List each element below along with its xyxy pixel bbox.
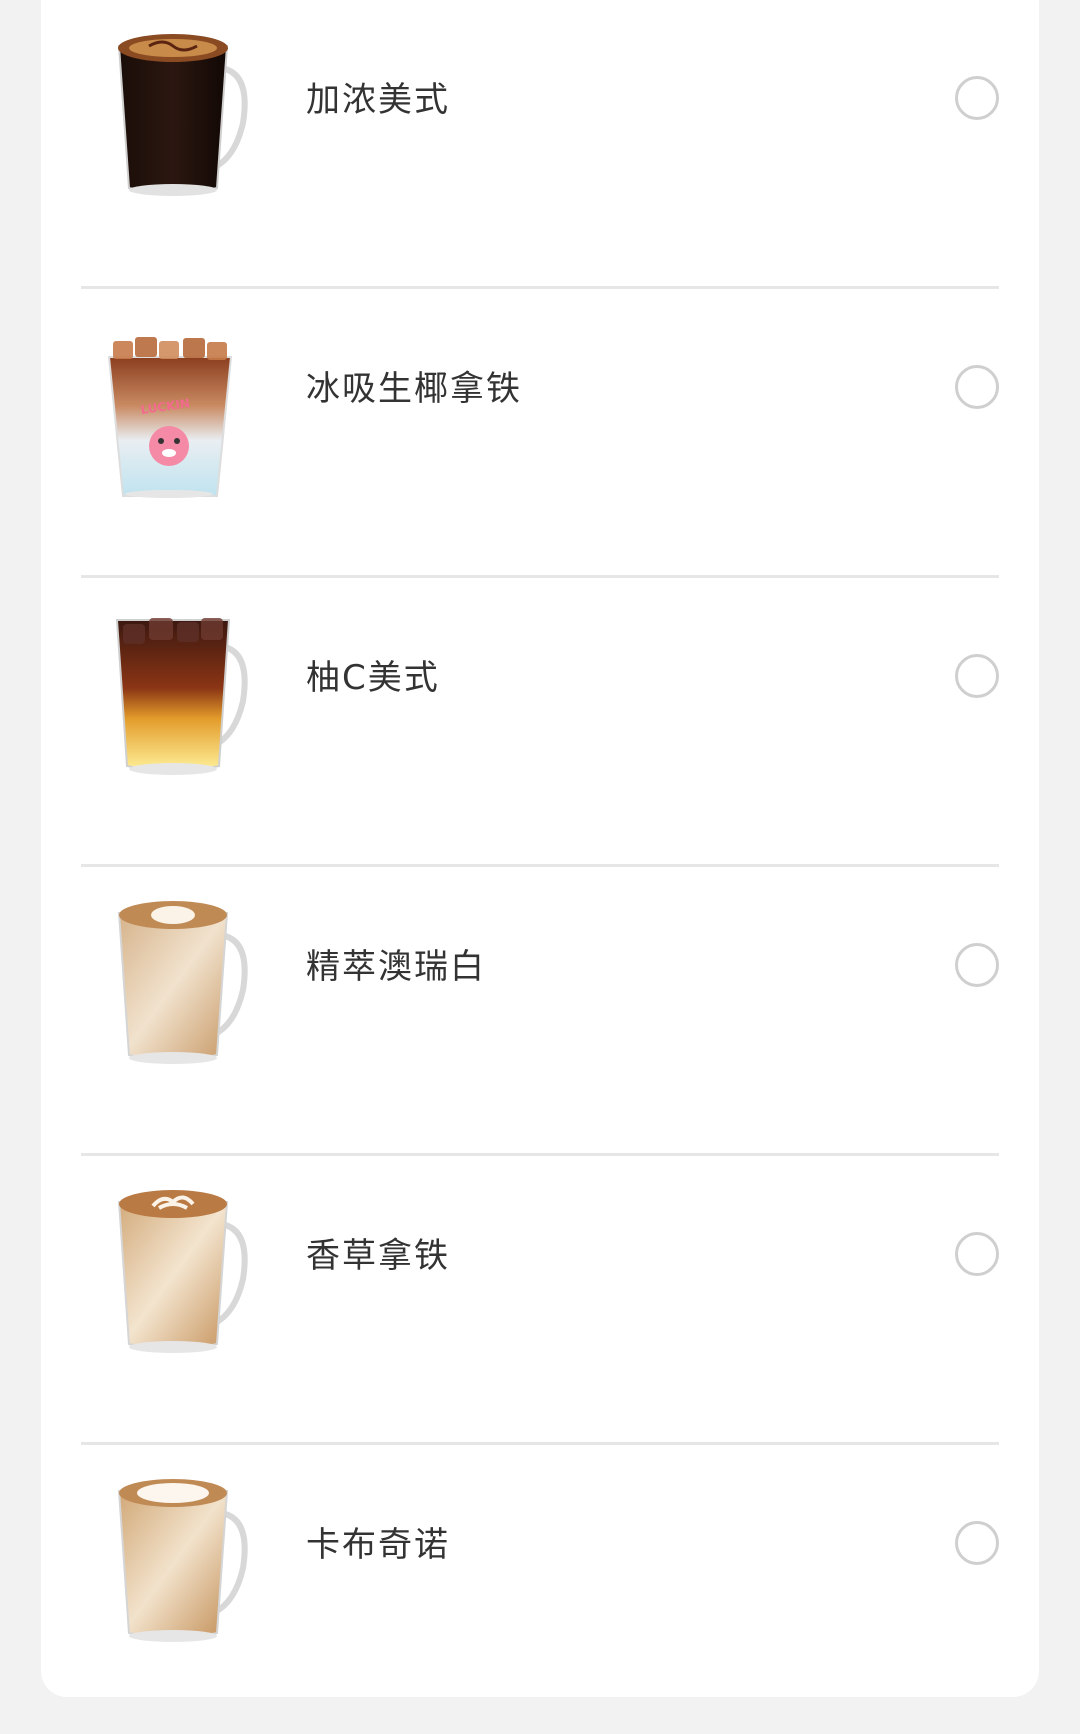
- product-list-card: 加浓美式 LUCKIN 冰吸生椰拿铁 柚C美式 精萃澳瑞白 香草拿铁 卡布奇诺: [41, 0, 1039, 1697]
- flat-white-mug-icon: [109, 895, 259, 1070]
- cappuccino-mug-icon: [109, 1473, 259, 1648]
- product-item-flat-white[interactable]: 精萃澳瑞白: [41, 867, 1039, 1156]
- vanilla-latte-mug-icon: [109, 1184, 259, 1359]
- product-item-grapefruit-americano[interactable]: 柚C美式: [41, 578, 1039, 867]
- product-name: 加浓美式: [306, 80, 450, 120]
- product-name: 柚C美式: [306, 658, 440, 698]
- select-radio[interactable]: [955, 76, 999, 120]
- product-name: 卡布奇诺: [306, 1525, 450, 1565]
- grapefruit-americano-mug-icon: [109, 606, 259, 781]
- product-name: 冰吸生椰拿铁: [306, 369, 522, 409]
- americano-mug-icon: [109, 28, 259, 203]
- select-radio[interactable]: [955, 943, 999, 987]
- select-radio[interactable]: [955, 365, 999, 409]
- product-name: 精萃澳瑞白: [306, 947, 486, 987]
- iced-coconut-latte-cup-icon: LUCKIN: [103, 331, 253, 506]
- product-item-cappuccino[interactable]: 卡布奇诺: [41, 1445, 1039, 1734]
- product-item-iced-coconut-latte[interactable]: LUCKIN 冰吸生椰拿铁: [41, 289, 1039, 578]
- product-item-americano[interactable]: 加浓美式: [41, 0, 1039, 289]
- product-item-vanilla-latte[interactable]: 香草拿铁: [41, 1156, 1039, 1445]
- product-name: 香草拿铁: [306, 1236, 450, 1276]
- select-radio[interactable]: [955, 1232, 999, 1276]
- select-radio[interactable]: [955, 654, 999, 698]
- select-radio[interactable]: [955, 1521, 999, 1565]
